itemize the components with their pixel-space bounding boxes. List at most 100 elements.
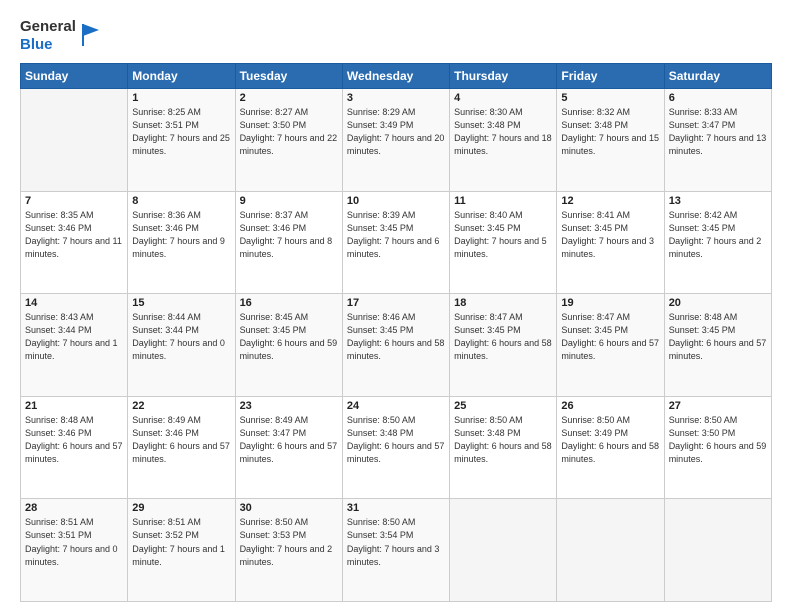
logo-brand: General Blue [20, 18, 101, 53]
calendar-day-header: Tuesday [235, 64, 342, 89]
day-info: Sunrise: 8:47 AM Sunset: 3:45 PM Dayligh… [561, 311, 659, 363]
calendar-week-row: 28 Sunrise: 8:51 AM Sunset: 3:51 PM Dayl… [21, 499, 772, 602]
day-info: Sunrise: 8:49 AM Sunset: 3:46 PM Dayligh… [132, 414, 230, 466]
day-number: 28 [25, 502, 123, 514]
day-number: 21 [25, 400, 123, 412]
day-info: Sunrise: 8:25 AM Sunset: 3:51 PM Dayligh… [132, 106, 230, 158]
calendar-header-row: SundayMondayTuesdayWednesdayThursdayFrid… [21, 64, 772, 89]
calendar-cell: 12 Sunrise: 8:41 AM Sunset: 3:45 PM Dayl… [557, 191, 664, 294]
day-number: 13 [669, 195, 767, 207]
day-number: 2 [240, 92, 338, 104]
calendar-cell: 22 Sunrise: 8:49 AM Sunset: 3:46 PM Dayl… [128, 396, 235, 499]
calendar-cell: 20 Sunrise: 8:48 AM Sunset: 3:45 PM Dayl… [664, 294, 771, 397]
day-info: Sunrise: 8:49 AM Sunset: 3:47 PM Dayligh… [240, 414, 338, 466]
logo: General Blue [20, 18, 101, 53]
calendar-cell [21, 89, 128, 192]
calendar-cell: 16 Sunrise: 8:45 AM Sunset: 3:45 PM Dayl… [235, 294, 342, 397]
calendar-cell: 6 Sunrise: 8:33 AM Sunset: 3:47 PM Dayli… [664, 89, 771, 192]
calendar-cell: 8 Sunrise: 8:36 AM Sunset: 3:46 PM Dayli… [128, 191, 235, 294]
day-number: 22 [132, 400, 230, 412]
calendar-table: SundayMondayTuesdayWednesdayThursdayFrid… [20, 63, 772, 602]
day-info: Sunrise: 8:50 AM Sunset: 3:53 PM Dayligh… [240, 516, 338, 568]
logo-flag-icon [79, 20, 101, 48]
day-info: Sunrise: 8:30 AM Sunset: 3:48 PM Dayligh… [454, 106, 552, 158]
day-number: 26 [561, 400, 659, 412]
calendar-cell: 15 Sunrise: 8:44 AM Sunset: 3:44 PM Dayl… [128, 294, 235, 397]
day-info: Sunrise: 8:47 AM Sunset: 3:45 PM Dayligh… [454, 311, 552, 363]
day-info: Sunrise: 8:42 AM Sunset: 3:45 PM Dayligh… [669, 209, 767, 261]
day-number: 30 [240, 502, 338, 514]
day-info: Sunrise: 8:29 AM Sunset: 3:49 PM Dayligh… [347, 106, 445, 158]
day-info: Sunrise: 8:45 AM Sunset: 3:45 PM Dayligh… [240, 311, 338, 363]
calendar-cell: 10 Sunrise: 8:39 AM Sunset: 3:45 PM Dayl… [342, 191, 449, 294]
calendar-cell [557, 499, 664, 602]
day-info: Sunrise: 8:48 AM Sunset: 3:46 PM Dayligh… [25, 414, 123, 466]
calendar-week-row: 21 Sunrise: 8:48 AM Sunset: 3:46 PM Dayl… [21, 396, 772, 499]
calendar-day-header: Wednesday [342, 64, 449, 89]
calendar-cell: 24 Sunrise: 8:50 AM Sunset: 3:48 PM Dayl… [342, 396, 449, 499]
calendar-day-header: Saturday [664, 64, 771, 89]
calendar-week-row: 1 Sunrise: 8:25 AM Sunset: 3:51 PM Dayli… [21, 89, 772, 192]
day-number: 8 [132, 195, 230, 207]
day-number: 17 [347, 297, 445, 309]
page: General Blue SundayMondayTuesdayWednesda… [0, 0, 792, 612]
calendar-cell: 9 Sunrise: 8:37 AM Sunset: 3:46 PM Dayli… [235, 191, 342, 294]
day-info: Sunrise: 8:35 AM Sunset: 3:46 PM Dayligh… [25, 209, 123, 261]
calendar-week-row: 7 Sunrise: 8:35 AM Sunset: 3:46 PM Dayli… [21, 191, 772, 294]
day-info: Sunrise: 8:32 AM Sunset: 3:48 PM Dayligh… [561, 106, 659, 158]
calendar-cell: 7 Sunrise: 8:35 AM Sunset: 3:46 PM Dayli… [21, 191, 128, 294]
day-info: Sunrise: 8:46 AM Sunset: 3:45 PM Dayligh… [347, 311, 445, 363]
calendar-cell: 17 Sunrise: 8:46 AM Sunset: 3:45 PM Dayl… [342, 294, 449, 397]
header: General Blue [20, 18, 772, 53]
day-info: Sunrise: 8:37 AM Sunset: 3:46 PM Dayligh… [240, 209, 338, 261]
calendar-cell: 23 Sunrise: 8:49 AM Sunset: 3:47 PM Dayl… [235, 396, 342, 499]
calendar-cell: 5 Sunrise: 8:32 AM Sunset: 3:48 PM Dayli… [557, 89, 664, 192]
day-number: 18 [454, 297, 552, 309]
calendar-cell: 11 Sunrise: 8:40 AM Sunset: 3:45 PM Dayl… [450, 191, 557, 294]
day-number: 16 [240, 297, 338, 309]
day-info: Sunrise: 8:51 AM Sunset: 3:52 PM Dayligh… [132, 516, 230, 568]
day-info: Sunrise: 8:50 AM Sunset: 3:48 PM Dayligh… [454, 414, 552, 466]
calendar-cell: 25 Sunrise: 8:50 AM Sunset: 3:48 PM Dayl… [450, 396, 557, 499]
day-number: 25 [454, 400, 552, 412]
day-info: Sunrise: 8:44 AM Sunset: 3:44 PM Dayligh… [132, 311, 230, 363]
day-number: 4 [454, 92, 552, 104]
calendar-cell [664, 499, 771, 602]
day-info: Sunrise: 8:41 AM Sunset: 3:45 PM Dayligh… [561, 209, 659, 261]
calendar-cell: 19 Sunrise: 8:47 AM Sunset: 3:45 PM Dayl… [557, 294, 664, 397]
calendar-cell: 4 Sunrise: 8:30 AM Sunset: 3:48 PM Dayli… [450, 89, 557, 192]
calendar-cell: 28 Sunrise: 8:51 AM Sunset: 3:51 PM Dayl… [21, 499, 128, 602]
day-number: 3 [347, 92, 445, 104]
calendar-day-header: Sunday [21, 64, 128, 89]
day-number: 31 [347, 502, 445, 514]
day-number: 20 [669, 297, 767, 309]
calendar-day-header: Thursday [450, 64, 557, 89]
day-number: 19 [561, 297, 659, 309]
day-info: Sunrise: 8:40 AM Sunset: 3:45 PM Dayligh… [454, 209, 552, 261]
day-info: Sunrise: 8:50 AM Sunset: 3:49 PM Dayligh… [561, 414, 659, 466]
calendar-cell: 18 Sunrise: 8:47 AM Sunset: 3:45 PM Dayl… [450, 294, 557, 397]
day-number: 7 [25, 195, 123, 207]
day-info: Sunrise: 8:39 AM Sunset: 3:45 PM Dayligh… [347, 209, 445, 261]
day-number: 11 [454, 195, 552, 207]
calendar-day-header: Friday [557, 64, 664, 89]
calendar-cell [450, 499, 557, 602]
day-number: 12 [561, 195, 659, 207]
day-number: 15 [132, 297, 230, 309]
day-number: 10 [347, 195, 445, 207]
day-number: 23 [240, 400, 338, 412]
day-number: 5 [561, 92, 659, 104]
day-info: Sunrise: 8:50 AM Sunset: 3:50 PM Dayligh… [669, 414, 767, 466]
day-info: Sunrise: 8:48 AM Sunset: 3:45 PM Dayligh… [669, 311, 767, 363]
day-number: 1 [132, 92, 230, 104]
calendar-cell: 30 Sunrise: 8:50 AM Sunset: 3:53 PM Dayl… [235, 499, 342, 602]
day-info: Sunrise: 8:36 AM Sunset: 3:46 PM Dayligh… [132, 209, 230, 261]
calendar-cell: 21 Sunrise: 8:48 AM Sunset: 3:46 PM Dayl… [21, 396, 128, 499]
calendar-cell: 26 Sunrise: 8:50 AM Sunset: 3:49 PM Dayl… [557, 396, 664, 499]
day-info: Sunrise: 8:50 AM Sunset: 3:54 PM Dayligh… [347, 516, 445, 568]
day-number: 9 [240, 195, 338, 207]
day-info: Sunrise: 8:43 AM Sunset: 3:44 PM Dayligh… [25, 311, 123, 363]
calendar-cell: 1 Sunrise: 8:25 AM Sunset: 3:51 PM Dayli… [128, 89, 235, 192]
day-number: 24 [347, 400, 445, 412]
calendar-cell: 13 Sunrise: 8:42 AM Sunset: 3:45 PM Dayl… [664, 191, 771, 294]
